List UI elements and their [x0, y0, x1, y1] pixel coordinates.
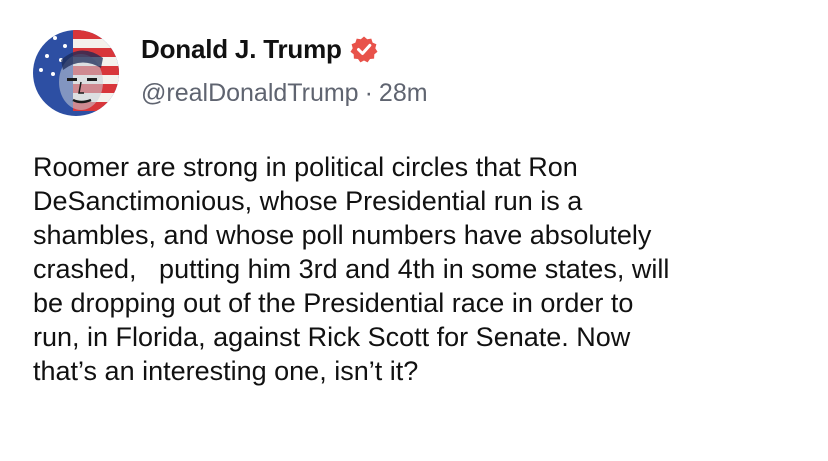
verified-badge-icon — [350, 35, 378, 63]
post-body-line: that’s an interesting one, isn’t it? — [33, 356, 419, 386]
post-body-line: crashed, putting him 3rd and 4th in some… — [33, 254, 670, 284]
post-time[interactable]: 28m — [379, 79, 428, 107]
avatar-image — [33, 30, 119, 116]
post-body-line: shambles, and whose poll numbers have ab… — [33, 220, 652, 250]
post-body-line: DeSanctimonious, whose Presidential run … — [33, 186, 583, 216]
avatar[interactable] — [33, 30, 119, 116]
display-name[interactable]: Donald J. Trump — [141, 34, 342, 65]
post-body: Roomer are strong in political circles t… — [33, 150, 813, 388]
name-row: Donald J. Trump — [141, 30, 428, 68]
handle-row: @realDonaldTrump · 28m — [141, 76, 428, 110]
post-card: Donald J. Trump @realDonaldTrump · 28m Roo… — [0, 0, 828, 461]
post-body-line: be dropping out of the Presidential race… — [33, 288, 634, 318]
post-header: Donald J. Trump @realDonaldTrump · 28m — [141, 30, 428, 110]
post-body-line: Roomer are strong in political circles t… — [33, 152, 578, 182]
post-body-line: run, in Florida, against Rick Scott for … — [33, 322, 631, 352]
author-handle[interactable]: @realDonaldTrump — [141, 79, 359, 107]
separator: · — [364, 79, 373, 107]
